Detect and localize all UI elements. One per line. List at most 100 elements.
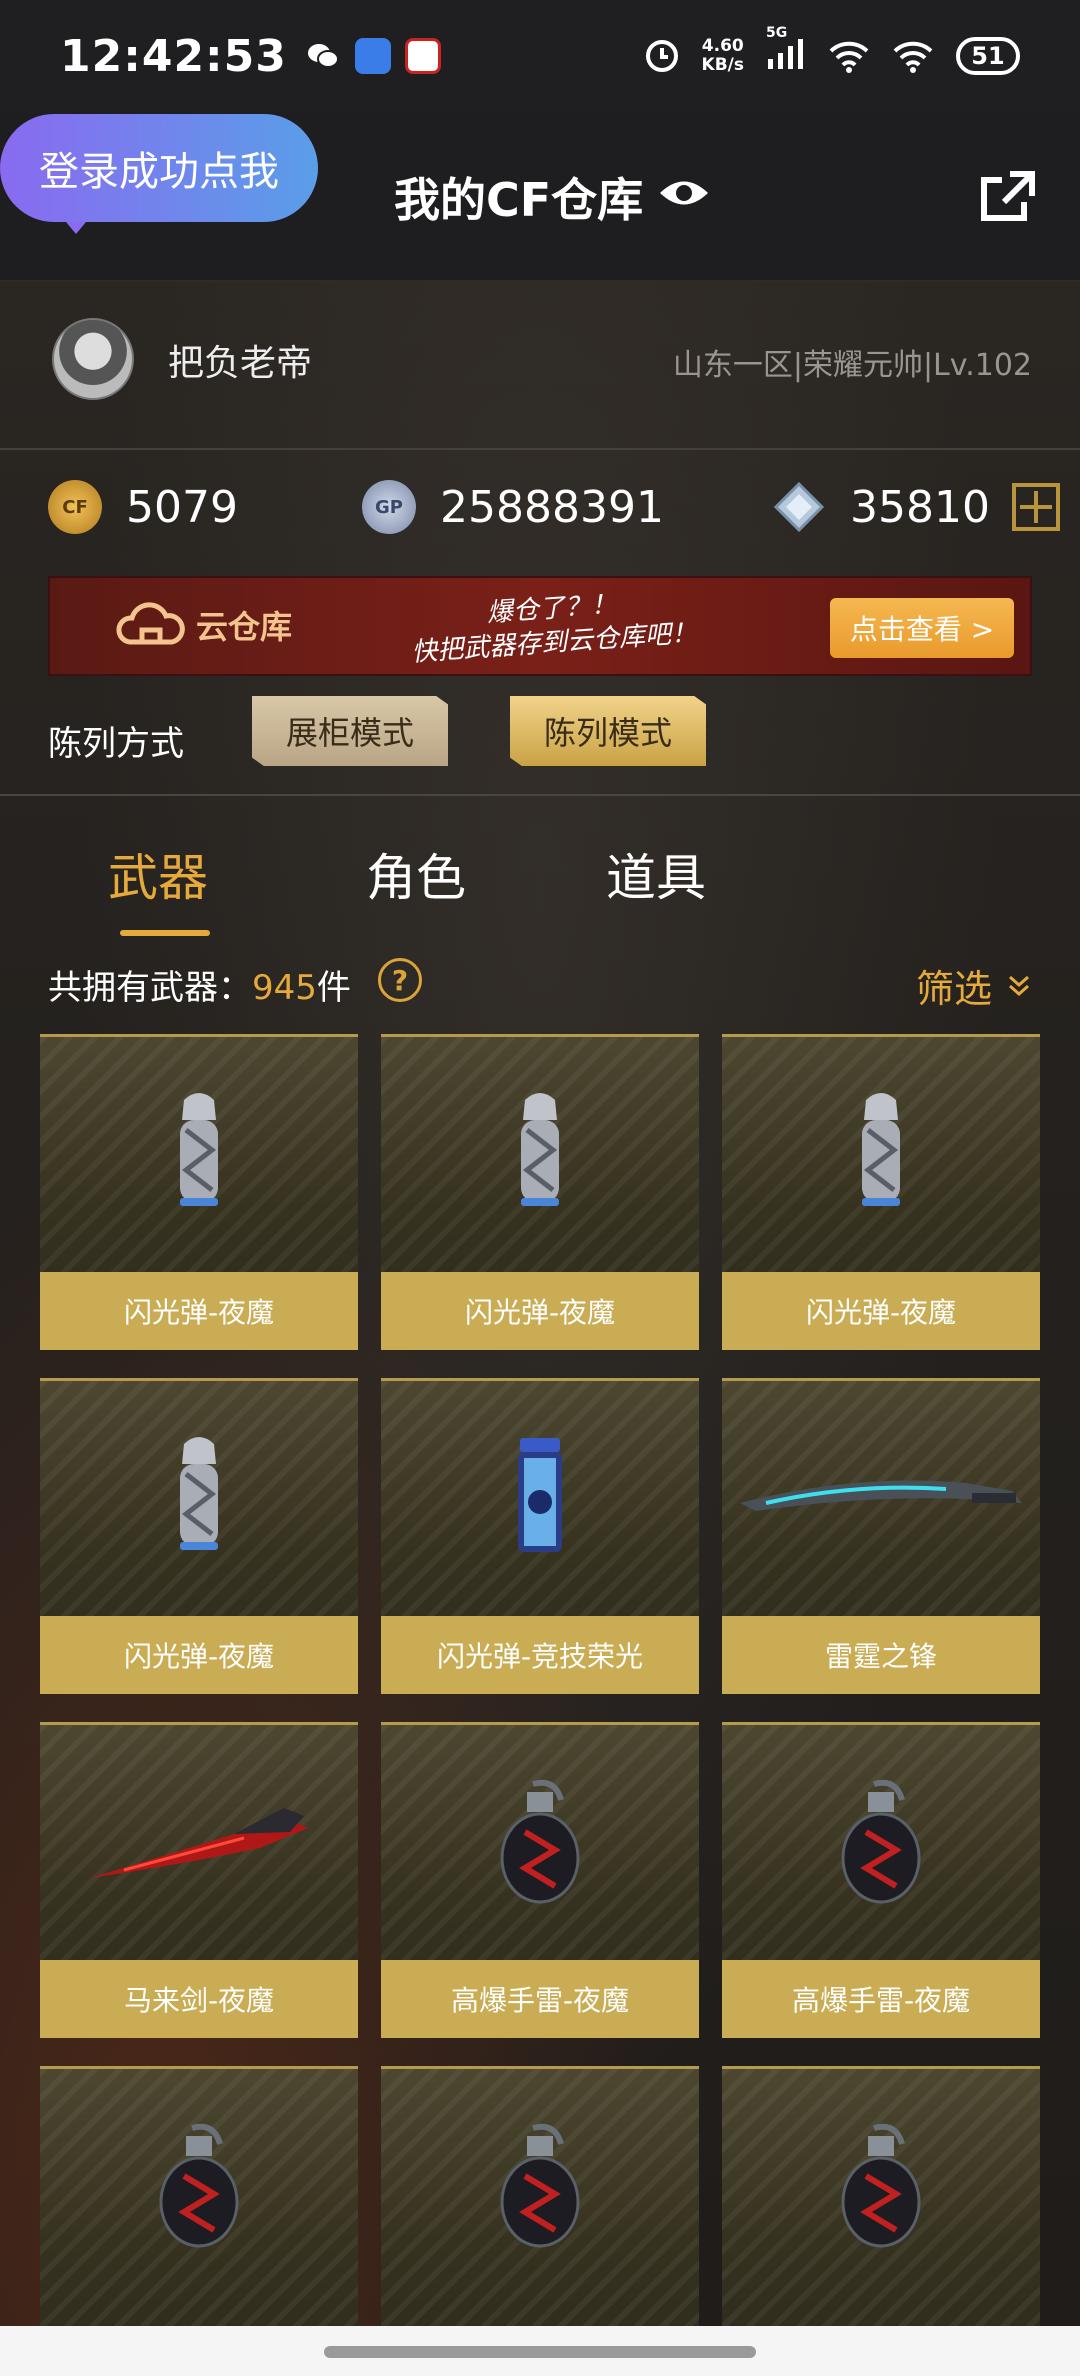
weapon-name: 高爆手雷-夜魔 bbox=[381, 1960, 699, 2038]
weapon-count-row: 共拥有武器：945件 ? 筛选 bbox=[0, 952, 1080, 1012]
grenade-nightmare-icon bbox=[841, 2123, 921, 2248]
app-notification-icon bbox=[354, 38, 391, 74]
cloud-warehouse-name: 云仓库 bbox=[196, 608, 293, 646]
cloud-logo: 云仓库 bbox=[116, 600, 292, 650]
thunder-blade-icon bbox=[740, 1480, 1022, 1511]
currency-row: CF 5079 GP 25888391 35810 bbox=[0, 450, 1080, 580]
filter-label: 筛选 bbox=[915, 967, 992, 1011]
wifi-icon-2 bbox=[893, 41, 933, 73]
grenade-nightmare-icon bbox=[841, 1779, 921, 1904]
weapon-image bbox=[40, 1037, 358, 1273]
flashbang-nightmare-icon bbox=[862, 1093, 900, 1206]
display-mode-label: 陈列方式 bbox=[48, 724, 184, 764]
weapon-name: 闪光弹-夜魔 bbox=[722, 1272, 1040, 1350]
weapon-card[interactable]: 闪光弹-夜魔 bbox=[40, 1378, 358, 1694]
weapon-name: 闪光弹-夜魔 bbox=[381, 1272, 699, 1350]
weapon-image bbox=[381, 1381, 699, 1617]
weapon-image bbox=[381, 2069, 699, 2305]
net-speed: 4.60 KB/s bbox=[702, 37, 744, 75]
weapon-card[interactable]: 闪光弹-竞技荣光 bbox=[381, 1378, 699, 1694]
weapon-name: 闪光弹-夜魔 bbox=[40, 1272, 358, 1350]
weapon-image bbox=[722, 1037, 1040, 1273]
grenade-nightmare-icon bbox=[500, 2123, 580, 2248]
display-mode-row: 陈列方式 展柜模式 陈列模式 bbox=[0, 696, 1080, 796]
net-speed-value: 4.60 bbox=[701, 36, 744, 56]
alarm-icon bbox=[645, 40, 678, 72]
tab-weapons[interactable]: 武器 bbox=[108, 838, 208, 910]
navigation-bar bbox=[0, 2326, 1080, 2376]
weapon-image bbox=[40, 2069, 358, 2305]
weapon-name: 闪光弹-竞技荣光 bbox=[381, 1616, 699, 1694]
weapon-image bbox=[722, 1725, 1040, 1961]
grenade-nightmare-icon bbox=[159, 2123, 239, 2248]
help-icon[interactable]: ? bbox=[378, 958, 422, 1002]
category-tabs: 武器 角色 道具 bbox=[0, 830, 1080, 940]
showcase-mode-button[interactable]: 展柜模式 bbox=[252, 696, 448, 766]
cloud-warehouse-banner[interactable]: 云仓库 爆仓了？！ 快把武器存到云仓库吧！ 点击查看 > bbox=[48, 576, 1032, 676]
notification-icons bbox=[305, 38, 441, 74]
active-tab-indicator bbox=[120, 930, 210, 936]
weapon-count-prefix: 共拥有武器： bbox=[48, 968, 252, 1008]
share-icon[interactable] bbox=[980, 170, 1036, 222]
view-cloud-button[interactable]: 点击查看 > bbox=[830, 598, 1014, 658]
wifi-icon bbox=[829, 41, 869, 73]
avatar[interactable] bbox=[52, 318, 134, 400]
battery-indicator: 51 bbox=[956, 37, 1020, 75]
gp-coin-icon: GP bbox=[362, 480, 416, 534]
add-currency-button[interactable] bbox=[1011, 483, 1060, 531]
list-mode-button[interactable]: 陈列模式 bbox=[510, 696, 706, 766]
flashbang-glory-icon bbox=[518, 1438, 562, 1552]
username: 把负老帝 bbox=[168, 343, 313, 384]
filter-button[interactable]: 筛选 bbox=[916, 958, 1032, 1013]
flashbang-nightmare-icon bbox=[180, 1093, 218, 1206]
weapon-image bbox=[722, 2069, 1040, 2305]
weapon-card[interactable]: 高爆手雷-夜魔 bbox=[722, 1722, 1040, 2038]
app-header: 登录成功点我 我的CF仓库 bbox=[0, 112, 1080, 282]
cloud-house-icon bbox=[116, 602, 185, 645]
flashbang-nightmare-icon bbox=[521, 1093, 559, 1206]
tab-props[interactable]: 道具 bbox=[606, 838, 706, 910]
weapon-name: 马来剑-夜魔 bbox=[40, 1960, 358, 2038]
tab-characters[interactable]: 角色 bbox=[366, 838, 466, 910]
weapon-name: 闪光弹-夜魔 bbox=[40, 1616, 358, 1694]
weapon-image bbox=[381, 1037, 699, 1273]
login-bubble-button[interactable]: 登录成功点我 bbox=[0, 114, 318, 234]
diamonds: 35810 bbox=[772, 480, 1060, 534]
weapon-card[interactable]: 高爆手雷-夜魔 bbox=[381, 1722, 699, 2038]
cf-points-value: 5079 bbox=[126, 481, 238, 533]
banner-slogan: 爆仓了？！ 快把武器存到云仓库吧！ bbox=[408, 582, 698, 670]
warehouse-main: 把负老帝 山东一区|荣耀元帅|Lv.102 CF 5079 GP 2588839… bbox=[0, 282, 1080, 2376]
weapon-image bbox=[381, 1725, 699, 1961]
weapon-card[interactable]: 雷霆之锋 bbox=[722, 1378, 1040, 1694]
status-right: 4.60 KB/s 5G 51 bbox=[644, 25, 1020, 75]
home-indicator[interactable] bbox=[324, 2346, 756, 2358]
weapon-card[interactable]: 闪光弹-夜魔 bbox=[722, 1034, 1040, 1350]
weapon-card[interactable]: 闪光弹-夜魔 bbox=[40, 1034, 358, 1350]
eye-icon[interactable] bbox=[658, 176, 710, 210]
diamond-icon bbox=[773, 481, 825, 533]
net-speed-unit: KB/s bbox=[701, 55, 744, 75]
server-info: 山东一区|荣耀元帅|Lv.102 bbox=[672, 348, 1032, 383]
flashbang-nightmare-icon bbox=[180, 1437, 218, 1550]
wechat-icon bbox=[307, 44, 339, 68]
kris-nightmare-icon bbox=[90, 1808, 308, 1878]
chevron-down-icon bbox=[1009, 975, 1029, 996]
grenade-nightmare-icon bbox=[500, 1779, 580, 1904]
weapon-name: 雷霆之锋 bbox=[722, 1616, 1040, 1694]
gp-value: 25888391 bbox=[440, 481, 664, 533]
status-bar: 12:42:53 4.60 KB/s 5G 51 bbox=[0, 0, 1080, 112]
cf-coin-icon: CF bbox=[48, 480, 102, 534]
game-app-icon bbox=[404, 38, 441, 74]
gp-points: GP 25888391 bbox=[362, 480, 664, 534]
signal-label: 5G bbox=[766, 25, 788, 41]
diamonds-value: 35810 bbox=[850, 481, 990, 533]
cf-points: CF 5079 bbox=[48, 480, 238, 534]
weapon-image bbox=[40, 1381, 358, 1617]
weapon-card[interactable]: 马来剑-夜魔 bbox=[40, 1722, 358, 2038]
weapon-count: 共拥有武器：945件 bbox=[48, 960, 351, 1009]
page-title: 我的CF仓库 bbox=[394, 173, 644, 227]
weapon-image bbox=[40, 1725, 358, 1961]
weapon-count-suffix: 件 bbox=[316, 968, 351, 1008]
weapon-count-value: 945 bbox=[252, 968, 317, 1008]
weapon-card[interactable]: 闪光弹-夜魔 bbox=[381, 1034, 699, 1350]
